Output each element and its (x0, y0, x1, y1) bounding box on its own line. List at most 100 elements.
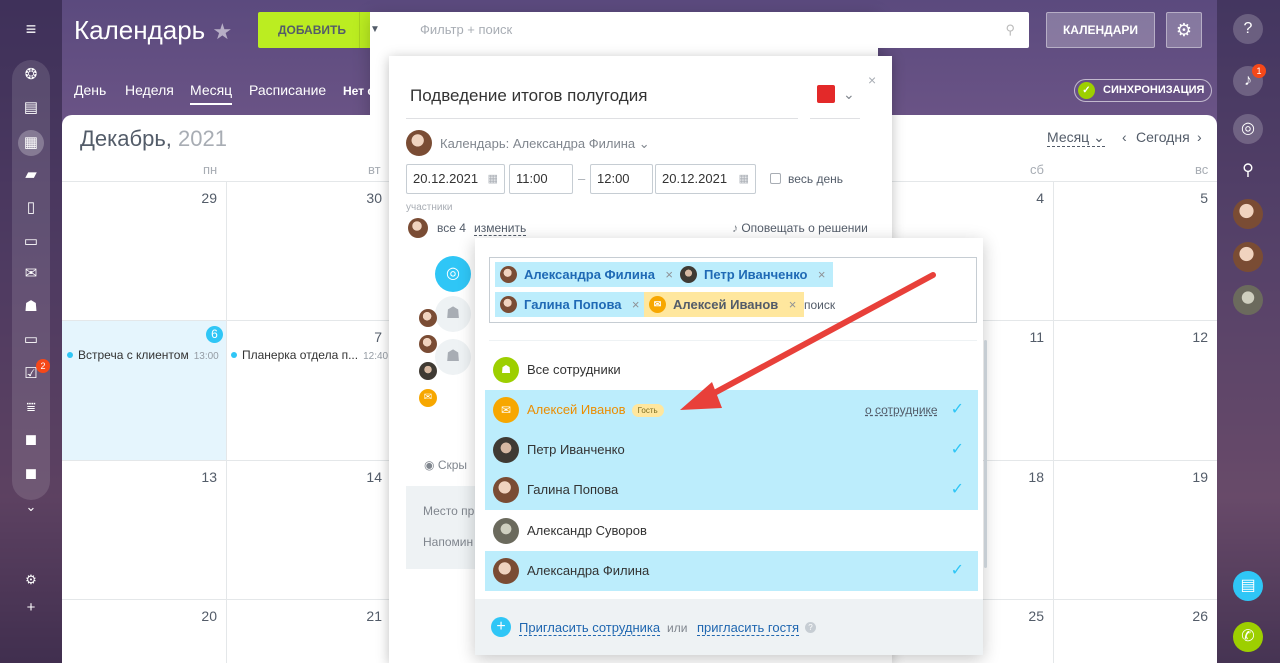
document-icon[interactable]: ▯ (21, 198, 41, 218)
guest-avatar: ✉ (419, 389, 437, 407)
date-from-input[interactable]: 20.12.2021 ▦ (406, 164, 505, 194)
avatar (419, 335, 437, 353)
settings-icon[interactable]: ⚙ (21, 570, 41, 590)
all-day-checkbox[interactable] (770, 173, 781, 184)
avatar (493, 558, 519, 584)
package-icon[interactable]: ◼ (21, 464, 41, 484)
day-cell-today[interactable]: 6 Встреча с клиентом 13:00 (62, 321, 227, 461)
scrollbar[interactable] (984, 340, 987, 568)
date-to-input[interactable]: 20.12.2021 ▦ (655, 164, 756, 194)
tab-day[interactable]: День (74, 82, 106, 98)
calendar-event[interactable]: Планерка отдела п... 12:40 (231, 348, 388, 362)
gear-icon[interactable]: ⚙ (1166, 12, 1202, 48)
calendar-event[interactable]: Встреча с клиентом 13:00 (67, 348, 219, 362)
place-field-label: Место пр (423, 504, 475, 518)
menu-icon[interactable]: ≡ (21, 19, 41, 39)
avatar (493, 437, 519, 463)
day-cell[interactable]: 29 (62, 182, 227, 321)
plus-icon[interactable]: + (491, 617, 511, 637)
day-cell[interactable]: 5 (1054, 182, 1217, 321)
search-icon: ⚲ (1005, 22, 1015, 37)
mail-icon[interactable]: ✉ (21, 264, 41, 284)
check-icon: ✓ (950, 562, 964, 579)
tab-week[interactable]: Неделя (125, 82, 174, 98)
list-item-participant[interactable]: Петр Иванченко ✓ (485, 430, 978, 470)
search-input[interactable]: Фильтр + поиск ⚲ (404, 12, 1029, 48)
guest-icon: ✉ (493, 397, 519, 423)
day-cell[interactable]: 20 (62, 600, 227, 663)
tasks-list-icon[interactable]: ▤ (21, 98, 41, 118)
hide-toggle[interactable]: ◉ Скры (424, 458, 467, 472)
feed-icon[interactable]: ❂ (21, 65, 41, 85)
time-to-input[interactable]: 12:00 (590, 164, 653, 194)
participants-count[interactable]: все 4 (437, 221, 466, 235)
avatar (493, 518, 519, 544)
search-icon[interactable]: ⚲ (1233, 156, 1263, 186)
day-cell[interactable]: 13 (62, 461, 227, 600)
phone-icon[interactable]: ✆ (1233, 622, 1263, 652)
view-mode-select[interactable]: Месяц ⌄ (1047, 129, 1105, 147)
cloud-icon[interactable]: ▤ (1233, 571, 1263, 601)
help-icon[interactable]: ? (1233, 14, 1263, 44)
avatar[interactable] (1233, 199, 1263, 229)
right-sidebar: ? ♪ 1 ◎ ⚲ ▤ ✆ (1217, 0, 1280, 663)
avatar[interactable] (1233, 285, 1263, 315)
day-cell[interactable]: 30 (227, 182, 392, 321)
invite-employee-link[interactable]: Пригласить сотрудника (519, 620, 661, 636)
list-item-participant[interactable]: Александра Филина ✓ (485, 551, 978, 591)
messenger-icon[interactable]: ◎ (1233, 114, 1263, 144)
day-cell[interactable]: 19 (1054, 461, 1217, 600)
nav-prev[interactable]: ‹ (1122, 129, 1127, 145)
day-cell[interactable]: 12 (1054, 321, 1217, 461)
change-participants-link[interactable]: изменить (474, 221, 527, 236)
group-icon: ☗ (435, 296, 471, 332)
weekday-mon: пн (203, 162, 218, 177)
chevron-down-icon[interactable]: ⌄ (843, 86, 855, 103)
time-from-input[interactable]: 11:00 (509, 164, 573, 194)
color-swatch[interactable] (817, 85, 835, 103)
invite-footer: + Пригласить сотрудника или пригласить г… (475, 599, 983, 655)
chevron-down-icon[interactable]: ⌄ (21, 497, 41, 517)
chat-icon[interactable]: ▰ (21, 165, 41, 185)
tab-schedule[interactable]: Расписание (249, 82, 326, 98)
chat-icon[interactable]: ◎ (435, 256, 471, 292)
day-cell[interactable]: 21 (227, 600, 392, 663)
tab-no-events[interactable]: Нет соб (343, 84, 389, 98)
calendar-icon[interactable]: ▦ (739, 165, 749, 193)
plus-icon[interactable]: + (21, 598, 41, 618)
today-button[interactable]: Сегодня (1136, 129, 1190, 145)
add-button[interactable]: ДОБАВИТЬ ▼ (258, 12, 878, 429)
extra-fields-panel (406, 486, 486, 569)
drive-icon[interactable]: ▭ (21, 232, 41, 252)
list-item-participant[interactable]: Александр Суворов (485, 511, 978, 551)
star-icon[interactable]: ★ (212, 19, 232, 44)
filter-icon[interactable]: ⩸ (21, 398, 41, 418)
calendars-button[interactable]: КАЛЕНДАРИ (1046, 12, 1155, 48)
invite-guest-link[interactable]: пригласить гостя (697, 620, 800, 636)
day-cell[interactable]: 26 (1054, 600, 1217, 663)
page-title: Календарь ★ (74, 15, 233, 45)
day-cell[interactable]: 7 Планерка отдела п... 12:40 (227, 321, 392, 461)
employees-icon[interactable]: ☗ (21, 297, 41, 317)
calendar-icon[interactable]: ▦ (488, 165, 498, 193)
close-icon[interactable]: × (868, 72, 876, 88)
group-icon: ☗ (493, 357, 519, 383)
remove-icon[interactable]: × (632, 292, 640, 317)
window-icon[interactable]: ▭ (21, 330, 41, 350)
calendar-select[interactable]: Календарь: Александра Филина ⌄ (440, 136, 650, 152)
event-title-input[interactable]: Подведение итогов полугодия (410, 86, 647, 106)
nav-next[interactable]: › (1197, 129, 1202, 145)
avatar[interactable] (1233, 242, 1263, 272)
date-range-dash: – (578, 171, 586, 186)
reminder-field-label: Напомин (423, 535, 474, 549)
calendar-icon[interactable]: ▦ (18, 130, 44, 156)
help-icon[interactable]: ? (805, 622, 816, 633)
avatar (493, 477, 519, 503)
day-cell[interactable]: 14 (227, 461, 392, 600)
box-icon[interactable]: ◼ (21, 430, 41, 450)
sync-button[interactable]: ✓ СИНХРОНИЗАЦИЯ (1074, 79, 1212, 102)
list-item-participant[interactable]: Галина Попова ✓ (485, 470, 978, 510)
tab-month[interactable]: Месяц (190, 82, 233, 105)
tasks-counter-badge: 2 (36, 359, 50, 373)
notify-decision-toggle[interactable]: ♪ Оповещать о решении (732, 221, 868, 235)
